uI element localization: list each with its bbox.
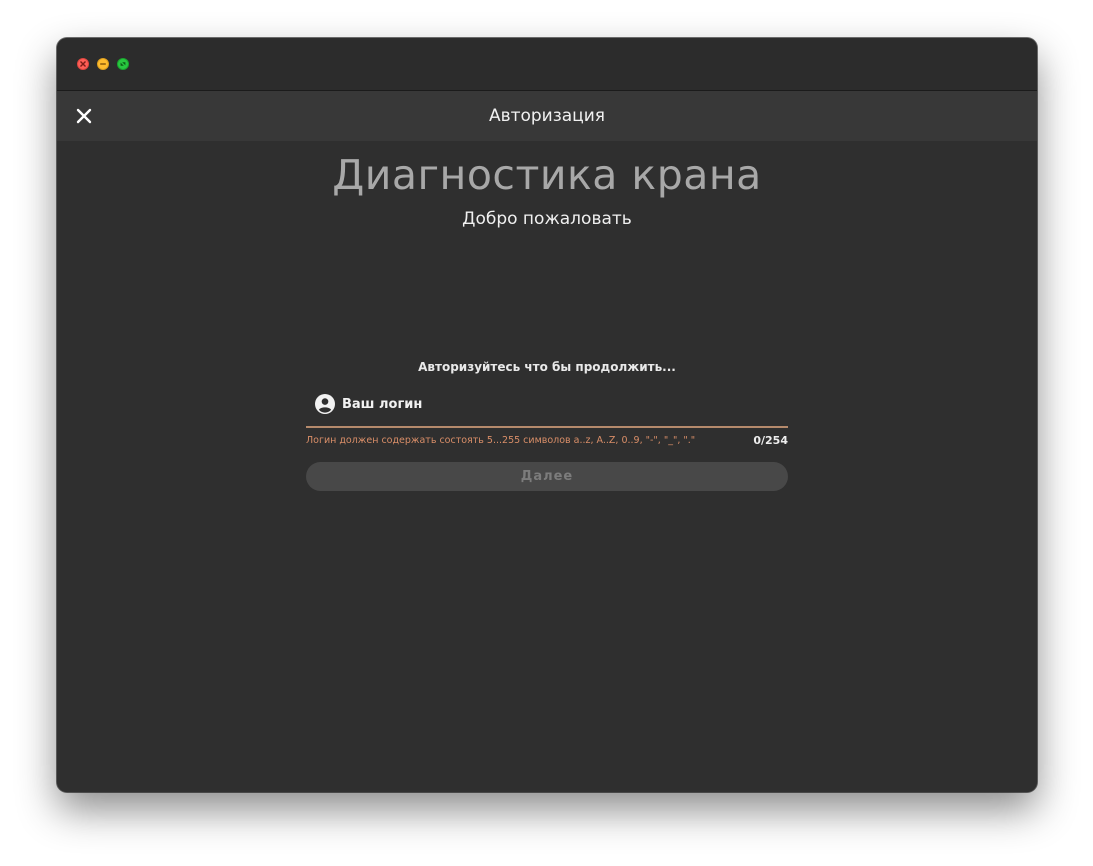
window-close-button[interactable] xyxy=(77,58,89,70)
auth-prompt: Авторизуйтесь что бы продолжить... xyxy=(418,360,676,374)
auth-content: Диагностика крана Добро пожаловать Автор… xyxy=(57,141,1037,792)
login-validation-hint: Логин должен содержать состоять 5...255 … xyxy=(306,435,696,446)
welcome-subtitle: Добро пожаловать xyxy=(462,209,632,229)
login-field[interactable] xyxy=(306,386,788,428)
window-maximize-button[interactable] xyxy=(117,58,129,70)
page-title: Диагностика крана xyxy=(332,151,762,199)
app-window: Авторизация Диагностика крана Добро пожа… xyxy=(57,38,1037,792)
app-bar: Авторизация xyxy=(57,91,1037,141)
app-bar-title: Авторизация xyxy=(488,106,606,126)
window-titlebar[interactable] xyxy=(57,38,1037,91)
next-button[interactable]: Далее xyxy=(306,462,788,491)
account-circle-icon xyxy=(315,394,335,414)
minus-icon xyxy=(100,63,106,65)
login-char-counter: 0/254 xyxy=(753,434,788,447)
close-x-icon xyxy=(80,61,86,67)
fullscreen-icon xyxy=(120,62,126,66)
login-input[interactable] xyxy=(342,392,772,416)
window-minimize-button[interactable] xyxy=(97,58,109,70)
